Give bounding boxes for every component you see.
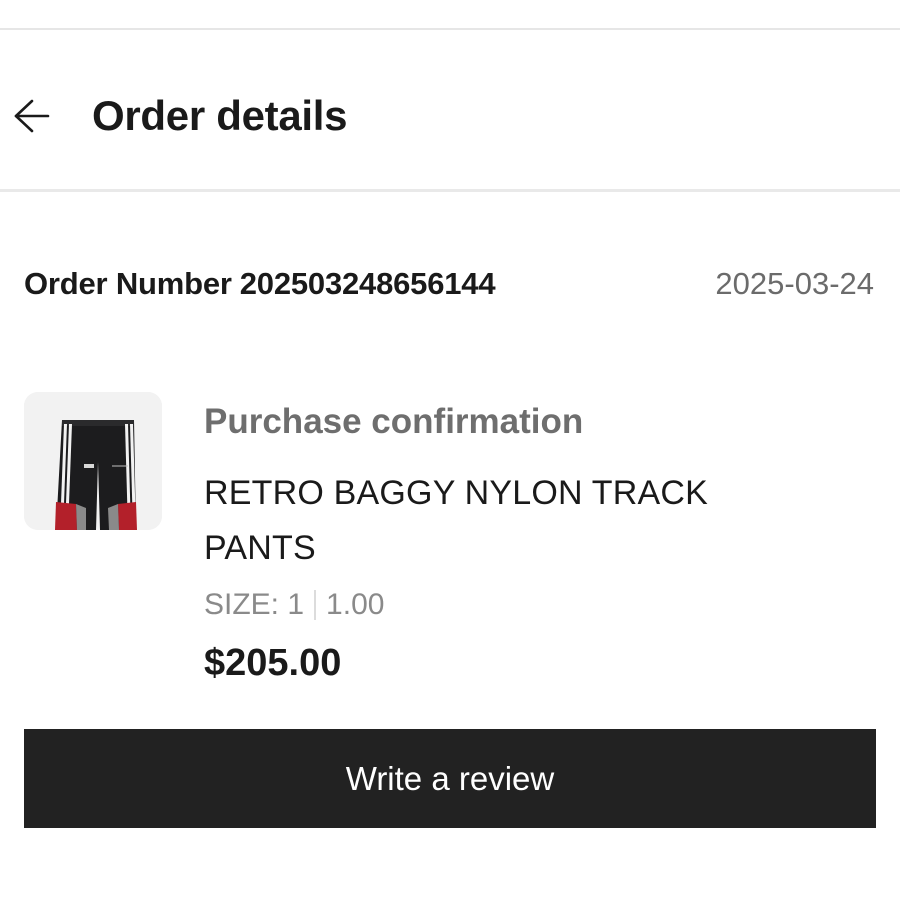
size-value: 1.00	[326, 588, 385, 621]
order-date: 2025-03-24	[715, 266, 874, 301]
order-number-label: Order Number	[24, 266, 232, 301]
order-number-value: 202503248656144	[239, 266, 496, 301]
product-thumbnail[interactable]	[24, 392, 162, 530]
arrow-left-icon	[14, 99, 50, 133]
size-info: SIZE: 1 1.00	[204, 586, 384, 624]
product-name[interactable]: RETRO BAGGY NYLON TRACK PANTS	[204, 466, 804, 576]
size-separator	[314, 590, 317, 620]
back-button[interactable]	[8, 92, 56, 140]
header: Order details	[0, 30, 900, 190]
order-number: Order Number 202503248656144	[24, 264, 496, 304]
purchase-status: Purchase confirmation	[204, 402, 584, 441]
order-details-page: Order details Order Number 20250324865614…	[0, 0, 900, 900]
write-review-button[interactable]: Write a review	[24, 729, 876, 828]
product-price: $205.00	[204, 642, 342, 684]
size-label: SIZE: 1	[204, 588, 305, 621]
header-divider	[0, 189, 900, 192]
track-pants-image	[24, 392, 162, 530]
page-title: Order details	[92, 92, 348, 139]
